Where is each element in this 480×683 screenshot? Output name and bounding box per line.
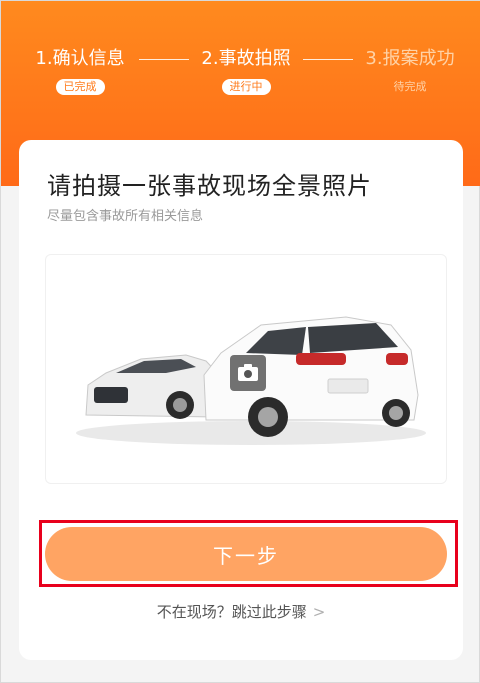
step-connector: [139, 59, 189, 60]
step-accident-photo: 2.事故拍照 进行中: [191, 47, 301, 95]
skip-step-link[interactable]: 不在现场？跳过此步骤 >: [1, 601, 480, 622]
step-label: 1.确认信息: [35, 48, 125, 69]
photo-upload-area[interactable]: [45, 254, 447, 484]
step-status-badge: 已完成: [55, 79, 105, 95]
step-report-success: 3.报案成功 待完成: [355, 47, 465, 95]
card-title: 请拍摄一张事故现场全景照片: [47, 172, 372, 200]
progress-steps: 1.确认信息 已完成 2.事故拍照 进行中 3.报案成功 待完成: [1, 47, 480, 107]
step-label: 3.报案成功: [365, 48, 455, 69]
screen: 1.确认信息 已完成 2.事故拍照 进行中 3.报案成功 待完成 请拍摄一张事故…: [0, 0, 480, 683]
skip-step-label: 不在现场？跳过此步骤: [156, 603, 307, 621]
chevron-right-icon: >: [312, 603, 326, 621]
step-confirm-info: 1.确认信息 已完成: [25, 47, 135, 95]
step-label: 2.事故拍照: [201, 48, 291, 69]
step-status-badge: 进行中: [221, 79, 271, 95]
step-status-badge: 待完成: [393, 80, 427, 93]
camera-icon[interactable]: [230, 355, 270, 395]
next-step-button[interactable]: 下一步: [45, 527, 447, 581]
card-subtitle: 尽量包含事故所有相关信息: [47, 209, 204, 224]
step-connector: [303, 59, 353, 60]
